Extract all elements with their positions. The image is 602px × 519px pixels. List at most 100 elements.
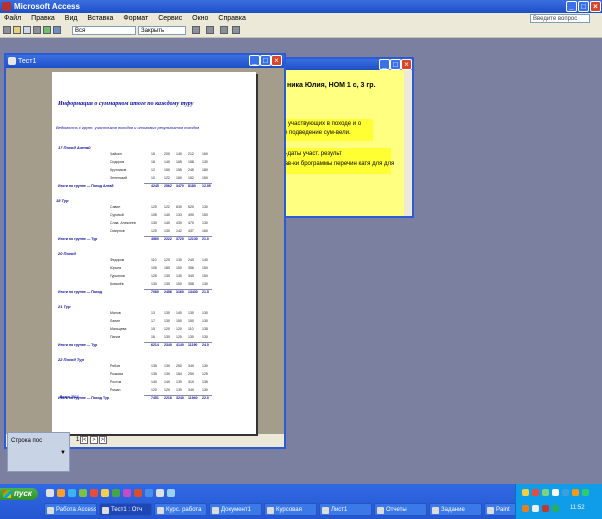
- tray-icon[interactable]: [522, 505, 529, 512]
- page-number[interactable]: 1: [76, 437, 79, 443]
- app-title-bar[interactable]: Microsoft Access _ □ ×: [0, 0, 602, 13]
- menu-help[interactable]: Справка: [218, 15, 245, 22]
- new-object-icon[interactable]: [232, 26, 240, 34]
- one-page-icon[interactable]: [33, 26, 41, 34]
- form-line-1: ника Юлия, НОМ 1 с, 3 гр.: [287, 82, 376, 89]
- print-icon[interactable]: [13, 26, 21, 34]
- menu-tools[interactable]: Сервис: [158, 15, 182, 22]
- tray-icon[interactable]: [572, 489, 579, 496]
- close-icon[interactable]: ×: [590, 1, 601, 12]
- form-window-title-bar[interactable]: _ □ ×: [275, 59, 412, 70]
- chevron-down-icon[interactable]: ▼: [60, 450, 66, 456]
- tray-icon[interactable]: [552, 505, 559, 512]
- row-value: 105: [151, 266, 157, 270]
- taskbar-button[interactable]: Работа Access: [44, 503, 97, 516]
- zoom-icon[interactable]: [23, 26, 31, 34]
- menu-insert[interactable]: Вставка: [87, 15, 113, 22]
- row-value: 140: [164, 221, 170, 225]
- taskbar-button[interactable]: Отчеты: [374, 503, 427, 516]
- view-icon[interactable]: [3, 26, 11, 34]
- taskbar-button[interactable]: Курсовая: [264, 503, 317, 516]
- start-button[interactable]: пуск: [0, 488, 38, 500]
- setup-icon[interactable]: [192, 26, 200, 34]
- minimize-icon[interactable]: _: [566, 1, 577, 12]
- quicklaunch-icon[interactable]: [123, 489, 131, 497]
- form-window[interactable]: _ □ × ника Юлия, НОМ 1 с, 3 гр. ий, учас…: [273, 57, 414, 218]
- report-page[interactable]: Информация о суммарном итоге по каждому …: [52, 72, 256, 434]
- menu-window[interactable]: Окно: [192, 15, 208, 22]
- group-total-value: 2222: [164, 237, 172, 241]
- close-icon[interactable]: ×: [401, 59, 412, 70]
- quicklaunch-icon[interactable]: [90, 489, 98, 497]
- tray-icon[interactable]: [532, 505, 539, 512]
- quicklaunch-icon[interactable]: [79, 489, 87, 497]
- floating-toolbar-panel[interactable]: Строка пос ▼: [7, 432, 70, 472]
- multiple-pages-icon[interactable]: [53, 26, 61, 34]
- taskbar-button[interactable]: Задание: [429, 503, 482, 516]
- clock[interactable]: 11:52: [570, 505, 585, 511]
- restore-icon[interactable]: □: [260, 55, 271, 66]
- group-total-value: 6214: [151, 343, 159, 347]
- next-page-icon[interactable]: >: [90, 436, 98, 444]
- row-value: 120: [164, 258, 170, 262]
- quicklaunch-icon[interactable]: [101, 489, 109, 497]
- row-value: 140: [202, 258, 208, 262]
- row-value: 245: [188, 168, 194, 172]
- report-window-title: Тест1: [18, 58, 37, 65]
- taskbar-button[interactable]: Документ1: [209, 503, 262, 516]
- minimize-icon[interactable]: _: [379, 59, 390, 70]
- panel-label: Строка пос: [11, 438, 43, 444]
- quicklaunch-icon[interactable]: [68, 489, 76, 497]
- close-icon[interactable]: ×: [271, 55, 282, 66]
- report-subtitle: Ведомость с групп. участников походов и …: [56, 125, 200, 130]
- tray-icon[interactable]: [522, 489, 529, 496]
- maximize-icon[interactable]: □: [578, 1, 589, 12]
- row-value: 140: [176, 274, 182, 278]
- zoom-combo[interactable]: Вся: [72, 26, 136, 35]
- tray-icon[interactable]: [542, 505, 549, 512]
- quicklaunch-icon[interactable]: [57, 489, 65, 497]
- tray-icon[interactable]: [552, 489, 559, 496]
- row-value: 180: [202, 168, 208, 172]
- row-value: 356: [188, 266, 194, 270]
- minimize-icon[interactable]: _: [249, 55, 260, 66]
- tray-icon[interactable]: [562, 489, 569, 496]
- taskbar-button[interactable]: Курс. работа: [154, 503, 207, 516]
- row-label: Федоров: [110, 258, 125, 262]
- tray-icon[interactable]: [542, 489, 549, 496]
- quicklaunch-icon[interactable]: [145, 489, 153, 497]
- taskbar-button-label: Paint: [496, 507, 510, 513]
- menu-view[interactable]: Вид: [65, 15, 78, 22]
- taskbar-button[interactable]: Лист1: [319, 503, 372, 516]
- row-value: 130: [202, 311, 208, 315]
- report-window-title-bar[interactable]: Тест1 _ □ ×: [6, 55, 284, 68]
- group-total-value: 13430: [188, 290, 198, 294]
- close-preview-button[interactable]: Закрыть: [138, 26, 186, 35]
- row-label: Суровой: [110, 213, 124, 217]
- quicklaunch-icon[interactable]: [167, 489, 175, 497]
- tray-icon[interactable]: [532, 489, 539, 496]
- row-label: Слав. Алексеев: [110, 221, 136, 225]
- tray-icon[interactable]: [582, 489, 589, 496]
- quicklaunch-icon[interactable]: [112, 489, 120, 497]
- menu-format[interactable]: Формат: [123, 15, 148, 22]
- restore-icon[interactable]: □: [390, 59, 401, 70]
- menu-edit[interactable]: Правка: [31, 15, 55, 22]
- group-total-value: 21.5: [202, 290, 209, 294]
- quicklaunch-icon[interactable]: [46, 489, 54, 497]
- taskbar-button[interactable]: Тест1 : Отч: [99, 503, 152, 516]
- office-links-icon[interactable]: [206, 26, 214, 34]
- first-page-icon[interactable]: |<: [80, 436, 88, 444]
- group-header: 18 Тур: [56, 198, 69, 203]
- vertical-scrollbar[interactable]: [404, 70, 412, 216]
- taskbar-app-icon: [487, 507, 494, 514]
- row-value: 130: [202, 205, 208, 209]
- help-question-input[interactable]: Введите вопрос: [530, 14, 590, 23]
- menu-file[interactable]: Файл: [4, 15, 21, 22]
- group-header: 20 Поход: [58, 251, 76, 256]
- last-page-icon[interactable]: >|: [99, 436, 107, 444]
- quicklaunch-icon[interactable]: [134, 489, 142, 497]
- two-pages-icon[interactable]: [43, 26, 51, 34]
- database-window-icon[interactable]: [220, 26, 228, 34]
- quicklaunch-icon[interactable]: [156, 489, 164, 497]
